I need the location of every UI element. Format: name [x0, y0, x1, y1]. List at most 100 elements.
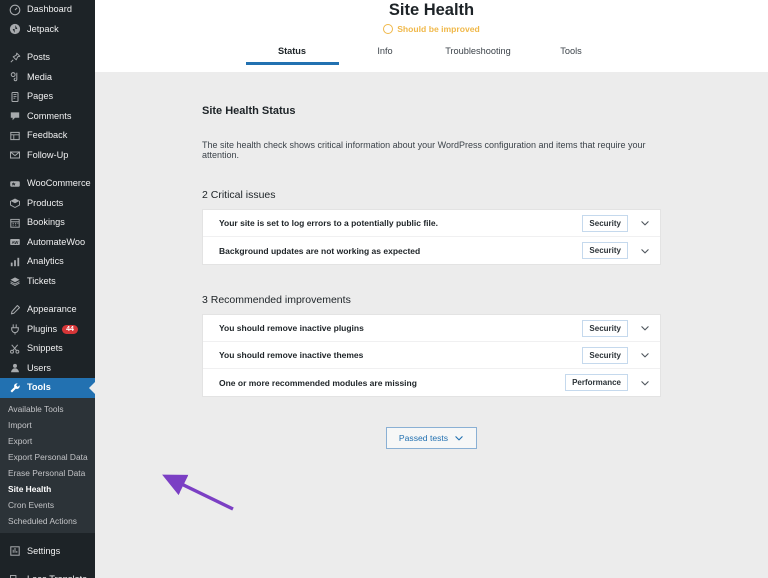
wrench-icon — [8, 381, 21, 394]
sidebar-item-appearance[interactable]: Appearance — [0, 300, 95, 320]
sidebar-item-settings[interactable]: Settings — [0, 542, 95, 562]
main-content-area: Site Health Should be improved StatusInf… — [95, 0, 768, 578]
chevron-down-icon[interactable] — [640, 350, 650, 360]
sidebar-item-feedback[interactable]: Feedback — [0, 126, 95, 146]
tab-troubleshooting[interactable]: Troubleshooting — [432, 43, 525, 65]
sidebar-item-products[interactable]: Products — [0, 194, 95, 214]
sidebar-item-posts[interactable]: Posts — [0, 48, 95, 68]
jetpack-icon — [8, 23, 21, 36]
sidebar-item-label: Follow-Up — [27, 146, 68, 166]
sidebar-item-plugins[interactable]: Plugins44 — [0, 320, 95, 340]
chevron-down-icon[interactable] — [640, 218, 650, 228]
sidebar-item-label: WooCommerce — [27, 174, 91, 194]
chevron-down-icon[interactable] — [640, 323, 650, 333]
comments-icon — [8, 110, 21, 123]
submenu-item-erase-personal-data[interactable]: Erase Personal Data — [0, 465, 95, 481]
submenu-item-export[interactable]: Export — [0, 433, 95, 449]
sidebar-separator — [0, 533, 95, 542]
issue-row[interactable]: You should remove inactive pluginsSecuri… — [203, 315, 660, 342]
sidebar-item-label: Media — [27, 68, 52, 88]
envelope-icon — [8, 149, 21, 162]
products-icon — [8, 197, 21, 210]
sidebar-item-woocommerce[interactable]: WooCommerce — [0, 174, 95, 194]
sidebar-item-jetpack[interactable]: Jetpack — [0, 20, 95, 40]
pin-icon — [8, 51, 21, 64]
brush-icon — [8, 303, 21, 316]
chevron-down-icon[interactable] — [640, 246, 650, 256]
sidebar-item-label: Dashboard — [27, 0, 72, 20]
sidebar-item-users[interactable]: Users — [0, 359, 95, 379]
tab-status[interactable]: Status — [246, 43, 339, 65]
issue-title: Your site is set to log errors to a pote… — [219, 218, 582, 228]
passed-tests-button[interactable]: Passed tests — [386, 427, 477, 449]
issue-title: One or more recommended modules are miss… — [219, 378, 565, 388]
section-description: The site health check shows critical inf… — [202, 140, 661, 160]
tab-tools[interactable]: Tools — [525, 43, 618, 65]
health-status-indicator: Should be improved — [95, 24, 768, 34]
sidebar-item-comments[interactable]: Comments — [0, 107, 95, 127]
feedback-icon — [8, 129, 21, 142]
settings-icon — [8, 545, 21, 558]
issue-category-badge: Performance — [565, 374, 628, 391]
issue-row[interactable]: One or more recommended modules are miss… — [203, 369, 660, 396]
sidebar-item-dashboard[interactable]: Dashboard — [0, 0, 95, 20]
issue-row[interactable]: Your site is set to log errors to a pote… — [203, 210, 660, 237]
submenu-item-available-tools[interactable]: Available Tools — [0, 401, 95, 417]
chevron-down-icon — [454, 433, 464, 443]
sidebar-item-label: Bookings — [27, 213, 65, 233]
sidebar-item-label: Tickets — [27, 272, 56, 292]
sidebar-item-label: Plugins — [27, 320, 57, 340]
sidebar-item-label: Analytics — [27, 252, 64, 272]
dashboard-icon — [8, 3, 21, 16]
issue-category-badge: Security — [582, 320, 628, 337]
user-icon — [8, 362, 21, 375]
submenu-item-site-health[interactable]: Site Health — [0, 481, 95, 497]
issue-title: Background updates are not working as ex… — [219, 246, 582, 256]
woocommerce-icon — [8, 177, 21, 190]
recommended-improvements-card: You should remove inactive pluginsSecuri… — [202, 314, 661, 397]
sidebar-separator — [0, 39, 95, 48]
media-icon — [8, 71, 21, 84]
issue-category-badge: Security — [582, 347, 628, 364]
passed-tests-label: Passed tests — [399, 433, 448, 443]
sidebar-item-tickets[interactable]: Tickets — [0, 272, 95, 292]
sidebar-item-label: Feedback — [27, 126, 67, 146]
sidebar-item-analytics[interactable]: Analytics — [0, 252, 95, 272]
sidebar-item-pages[interactable]: Pages — [0, 87, 95, 107]
sidebar-item-label: Comments — [27, 107, 71, 127]
critical-issues-card: Your site is set to log errors to a pote… — [202, 209, 661, 265]
sidebar-item-automatewoo[interactable]: AW AutomateWoo — [0, 233, 95, 253]
sidebar-item-bookings[interactable]: Bookings — [0, 213, 95, 233]
submenu-item-scheduled-actions[interactable]: Scheduled Actions — [0, 513, 95, 529]
svg-text:AW: AW — [11, 240, 18, 245]
passed-tests-container: Passed tests — [202, 427, 661, 449]
sidebar-item-label: Products — [27, 194, 63, 214]
issue-row[interactable]: Background updates are not working as ex… — [203, 237, 660, 264]
sidebar-item-label: Posts — [27, 48, 50, 68]
page-header: Site Health Should be improved StatusInf… — [95, 0, 768, 72]
sidebar-item-loco-translate[interactable]: Loco Translate — [0, 570, 95, 578]
issue-row[interactable]: You should remove inactive themesSecurit… — [203, 342, 660, 369]
section-title: Site Health Status — [202, 105, 661, 117]
scissors-icon — [8, 342, 21, 355]
submenu-item-export-personal-data[interactable]: Export Personal Data — [0, 449, 95, 465]
sidebar-item-label: AutomateWoo — [27, 233, 85, 253]
tab-info[interactable]: Info — [339, 43, 432, 65]
sidebar-item-follow-up[interactable]: Follow-Up — [0, 146, 95, 166]
sidebar-separator — [0, 291, 95, 300]
sidebar-item-tools[interactable]: Tools — [0, 378, 95, 398]
submenu-item-cron-events[interactable]: Cron Events — [0, 497, 95, 513]
sidebar-item-label: Snippets — [27, 339, 63, 359]
site-health-content: Site Health Status The site health check… — [95, 105, 768, 449]
analytics-icon — [8, 255, 21, 268]
page-title: Site Health — [95, 0, 768, 20]
submenu-item-import[interactable]: Import — [0, 417, 95, 433]
sidebar-item-label: Jetpack — [27, 20, 59, 40]
sidebar-item-label: Loco Translate — [27, 570, 87, 578]
critical-issues-heading: 2 Critical issues — [202, 189, 661, 201]
sidebar-item-snippets[interactable]: Snippets — [0, 339, 95, 359]
status-ring-icon — [383, 24, 393, 34]
sidebar-item-media[interactable]: Media — [0, 68, 95, 88]
chevron-down-icon[interactable] — [640, 378, 650, 388]
sidebar-separator — [0, 165, 95, 174]
